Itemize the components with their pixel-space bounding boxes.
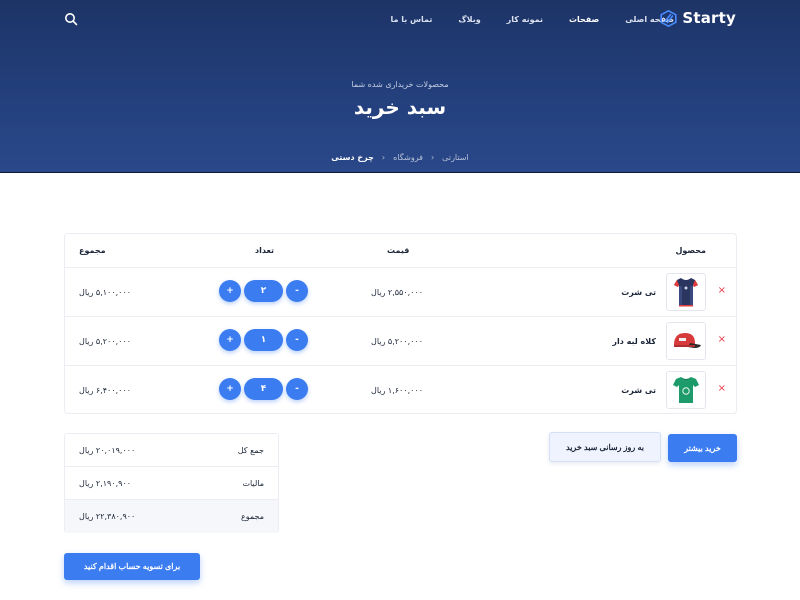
table-row: × تی شرت ۲,۵۵۰,۰۰۰ ریال + ۲ - ۵,۱۰۰,۰۰۰ …: [65, 268, 736, 317]
row-total: ۵,۲۰۰,۰۰۰ ریال: [79, 337, 132, 346]
starty-logo-icon: [660, 9, 677, 27]
nav-item-blog[interactable]: وبلاگ: [458, 15, 480, 24]
cap-icon: [674, 333, 701, 348]
summary-value: ۲۰,۰۱۹,۰۰۰ ریال: [79, 446, 136, 455]
breadcrumb-item-current: چرخ دستی: [331, 153, 374, 162]
quantity-value[interactable]: ۴: [244, 378, 283, 400]
product-name[interactable]: تی شرت: [621, 386, 656, 395]
quantity-stepper: + ۲ -: [219, 280, 309, 302]
page-subtitle: محصولات خریداری شده شما: [351, 80, 449, 89]
product-name[interactable]: کلاه لبه دار: [612, 337, 656, 346]
summary-label: جمع کل: [237, 446, 264, 455]
search-icon[interactable]: [64, 12, 78, 26]
product-thumbnail[interactable]: [666, 322, 706, 360]
summary-row-total: مجموع ۲۲,۳۸۰,۹۰۰ ریال: [65, 500, 278, 533]
decrease-qty-button[interactable]: -: [286, 329, 308, 351]
breadcrumb-item-shop[interactable]: فروشگاه: [393, 153, 423, 162]
header-qty: تعداد: [255, 246, 274, 255]
remove-item-button[interactable]: ×: [718, 285, 726, 296]
product-thumbnail[interactable]: [666, 273, 706, 311]
checkout-button[interactable]: برای تسویه حساب اقدام کنید: [64, 553, 200, 580]
table-row: × کلاه لبه دار ۵,۲۰۰,۰۰۰ ریال + ۱ - ۵,۲۰…: [65, 317, 736, 366]
breadcrumb: استارتی ‹ فروشگاه ‹ چرخ دستی: [0, 153, 800, 162]
increase-qty-button[interactable]: +: [219, 329, 241, 351]
product-name[interactable]: تی شرت: [621, 288, 656, 297]
breadcrumb-separator: ‹: [430, 153, 435, 162]
shop-more-button[interactable]: خرید بیشتر: [668, 434, 737, 462]
decrease-qty-button[interactable]: -: [286, 280, 308, 302]
increase-qty-button[interactable]: +: [219, 378, 241, 400]
brand-name: Starty: [682, 9, 736, 27]
product-price: ۱,۶۰۰,۰۰۰ ریال: [371, 386, 424, 395]
row-total: ۶,۴۰۰,۰۰۰ ریال: [79, 386, 132, 395]
breadcrumb-item-home[interactable]: استارتی: [442, 153, 469, 162]
summary-label: مالیات: [242, 479, 264, 488]
table-header: محصول قیمت تعداد مجموع: [65, 234, 736, 268]
quantity-value[interactable]: ۱: [244, 329, 283, 351]
breadcrumb-separator: ‹: [381, 153, 386, 162]
main-nav: صفحه اصلی صفحات نمونه کار وبلاگ تماس با …: [390, 15, 674, 24]
quantity-stepper: + ۴ -: [219, 378, 309, 400]
remove-item-button[interactable]: ×: [718, 334, 726, 345]
nav-item-contact[interactable]: تماس با ما: [390, 15, 432, 24]
product-price: ۲,۵۵۰,۰۰۰ ریال: [371, 288, 424, 297]
decrease-qty-button[interactable]: -: [286, 378, 308, 400]
quantity-stepper: + ۱ -: [219, 329, 309, 351]
header-total: مجموع: [79, 246, 106, 255]
page-title: سبد خرید: [353, 95, 447, 119]
product-thumbnail[interactable]: [666, 371, 706, 409]
brand[interactable]: Starty: [660, 9, 736, 27]
cart-table: محصول قیمت تعداد مجموع × تی شرت ۲,۵۵۰,۰۰…: [64, 233, 737, 414]
tshirt-icon: [674, 278, 698, 307]
summary-label: مجموع: [241, 512, 264, 521]
summary-value: ۲۲,۳۸۰,۹۰۰ ریال: [79, 512, 136, 521]
header-product: محصول: [675, 246, 706, 255]
cart-summary: جمع کل ۲۰,۰۱۹,۰۰۰ ریال مالیات ۲,۱۹۰,۹۰۰ …: [64, 433, 279, 533]
quantity-value[interactable]: ۲: [244, 280, 283, 302]
summary-value: ۲,۱۹۰,۹۰۰ ریال: [79, 479, 132, 488]
product-price: ۵,۲۰۰,۰۰۰ ریال: [371, 337, 424, 346]
nav-item-pages[interactable]: صفحات: [569, 15, 599, 24]
summary-row-tax: مالیات ۲,۱۹۰,۹۰۰ ریال: [65, 467, 278, 500]
summary-row-subtotal: جمع کل ۲۰,۰۱۹,۰۰۰ ریال: [65, 434, 278, 467]
increase-qty-button[interactable]: +: [219, 280, 241, 302]
remove-item-button[interactable]: ×: [718, 383, 726, 394]
page-hero: صفحه اصلی صفحات نمونه کار وبلاگ تماس با …: [0, 0, 800, 173]
nav-item-portfolio[interactable]: نمونه کار: [507, 15, 543, 24]
header-price: قیمت: [387, 246, 410, 255]
update-cart-button[interactable]: به روز رسانی سبد خرید: [549, 432, 661, 462]
tshirt-icon: [673, 377, 699, 403]
row-total: ۵,۱۰۰,۰۰۰ ریال: [79, 288, 132, 297]
table-row: × تی شرت ۱,۶۰۰,۰۰۰ ریال + ۴ - ۶,۴۰۰,۰۰۰ …: [65, 366, 736, 415]
